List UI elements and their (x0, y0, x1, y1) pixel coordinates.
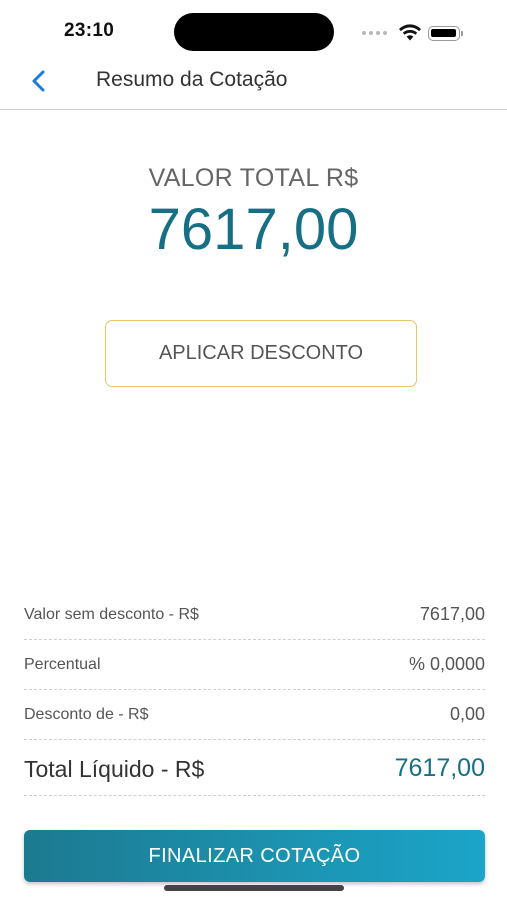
summary-row-label: Valor sem desconto - R$ (24, 606, 199, 623)
battery-icon (428, 26, 463, 41)
chevron-left-icon (32, 70, 45, 92)
status-icons (362, 23, 472, 43)
nav-bar: Resumo da Cotação (0, 60, 507, 110)
apply-discount-button[interactable]: APLICAR DESCONTO (105, 320, 417, 387)
summary-list: Valor sem desconto - R$ 7617,00 Percentu… (24, 590, 485, 796)
status-bar: 23:10 (0, 0, 507, 60)
summary-row-percentual: Percentual % 0,0000 (24, 640, 485, 690)
summary-row-label: Percentual (24, 656, 101, 673)
page-title: Resumo da Cotação (96, 68, 288, 91)
summary-row-total-liquido: Total Líquido - R$ 7617,00 (24, 740, 485, 796)
summary-row-desconto: Desconto de - R$ 0,00 (24, 690, 485, 740)
status-time: 23:10 (64, 20, 115, 41)
summary-row-value: 7617,00 (419, 604, 485, 624)
total-liquido-value: 7617,00 (394, 754, 485, 782)
total-label: VALOR TOTAL R$ (148, 164, 359, 192)
finalize-quote-button[interactable]: FINALIZAR COTAÇÃO (24, 830, 485, 882)
cellular-dots-icon (362, 31, 387, 35)
wifi-icon (399, 24, 421, 41)
dynamic-island (174, 13, 334, 51)
summary-row-valor-sem-desconto: Valor sem desconto - R$ 7617,00 (24, 590, 485, 640)
home-indicator (164, 885, 344, 891)
total-liquido-label: Total Líquido - R$ (24, 756, 205, 782)
summary-row-label: Desconto de - R$ (24, 706, 149, 723)
back-button[interactable] (24, 66, 54, 96)
summary-row-value: % 0,0000 (408, 654, 485, 674)
total-value: 7617,00 (148, 197, 359, 262)
summary-row-value: 0,00 (449, 704, 485, 724)
